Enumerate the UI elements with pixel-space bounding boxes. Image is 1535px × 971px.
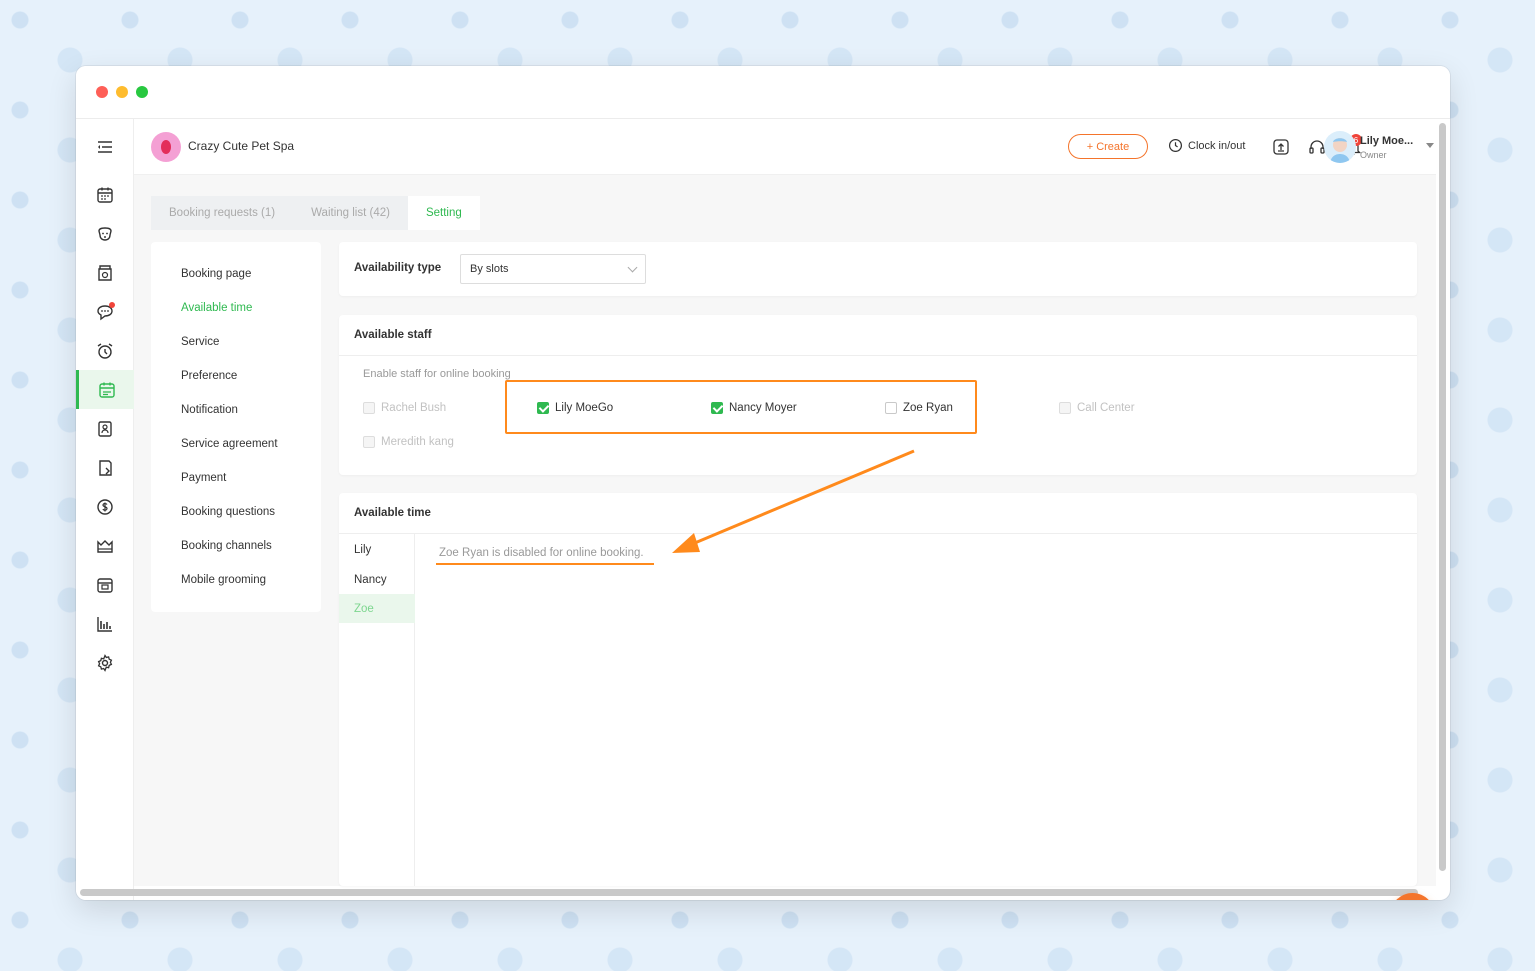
staff-checkbox-rachel-bush: Rachel Bush bbox=[363, 402, 446, 414]
chevron-down-icon bbox=[627, 262, 638, 273]
sidebar bbox=[76, 119, 134, 900]
minimize-window-button[interactable] bbox=[116, 86, 128, 98]
payment-icon[interactable] bbox=[76, 487, 134, 526]
checkbox bbox=[363, 436, 375, 448]
window-titlebar bbox=[76, 66, 1450, 119]
availability-type-card: Availability type By slots bbox=[339, 242, 1417, 296]
staff-checkbox-zoe-ryan[interactable]: Zoe Ryan bbox=[885, 402, 953, 414]
availability-type-value: By slots bbox=[470, 263, 509, 275]
available-staff-card: Available staff Enable staff for online … bbox=[339, 315, 1417, 475]
available-time-title: Available time bbox=[354, 507, 431, 519]
staff-checkbox-call-center: Call Center bbox=[1059, 402, 1135, 414]
menu-item-booking-page[interactable]: Booking page bbox=[181, 268, 251, 280]
divider bbox=[339, 533, 1417, 534]
plus-icon: + bbox=[1086, 140, 1094, 153]
staff-subtitle: Enable staff for online booking bbox=[363, 368, 511, 380]
business-name: Crazy Cute Pet Spa bbox=[188, 139, 295, 153]
time-tab-nancy[interactable]: Nancy bbox=[339, 565, 415, 594]
menu-toggle-icon[interactable] bbox=[76, 127, 134, 166]
schedule-icon[interactable] bbox=[76, 565, 134, 604]
menu-item-available-time[interactable]: Available time bbox=[181, 302, 252, 314]
retail-icon[interactable] bbox=[76, 253, 134, 292]
staff-name: Nancy Moyer bbox=[729, 402, 797, 414]
message-unread-dot bbox=[109, 302, 115, 308]
create-button[interactable]: + Create bbox=[1068, 134, 1148, 159]
menu-item-notification[interactable]: Notification bbox=[181, 404, 238, 416]
avatar[interactable] bbox=[1324, 131, 1356, 163]
app-window: Crazy Cute Pet Spa + Create Clock in/out… bbox=[76, 66, 1450, 900]
upload-icon[interactable] bbox=[1272, 138, 1290, 156]
maximize-window-button[interactable] bbox=[136, 86, 148, 98]
staff-name: Lily MoeGo bbox=[555, 402, 614, 414]
top-bar: Crazy Cute Pet Spa + Create Clock in/out… bbox=[134, 119, 1436, 175]
staff-name: Zoe Ryan bbox=[903, 402, 953, 414]
marketing-icon[interactable] bbox=[76, 448, 134, 487]
menu-item-payment[interactable]: Payment bbox=[181, 472, 226, 484]
checkbox[interactable] bbox=[537, 402, 549, 414]
staff-name: Meredith kang bbox=[381, 436, 454, 448]
calendar-icon[interactable] bbox=[76, 175, 134, 214]
checkbox bbox=[1059, 402, 1071, 414]
staff-name: Rachel Bush bbox=[381, 402, 447, 414]
create-button-label: Create bbox=[1096, 140, 1130, 153]
clock-icon bbox=[1168, 138, 1183, 153]
message-icon[interactable] bbox=[76, 292, 134, 331]
available-time-card: Available time Lily Nancy Zoe Zoe Ryan i… bbox=[339, 493, 1417, 886]
clock-in-out-button[interactable]: Clock in/out bbox=[1168, 138, 1245, 153]
staff-checkbox-nancy-moyer[interactable]: Nancy Moyer bbox=[711, 402, 797, 414]
user-role: Owner bbox=[1360, 150, 1387, 160]
agreement-icon[interactable] bbox=[76, 409, 134, 448]
menu-item-booking-questions[interactable]: Booking questions bbox=[181, 506, 275, 518]
reports-icon[interactable] bbox=[76, 604, 134, 643]
settings-gear-icon[interactable] bbox=[76, 643, 134, 682]
app-body: Crazy Cute Pet Spa + Create Clock in/out… bbox=[76, 119, 1450, 900]
user-name[interactable]: Lily Moe... bbox=[1360, 135, 1413, 147]
menu-item-service[interactable]: Service bbox=[181, 336, 219, 348]
menu-item-booking-channels[interactable]: Booking channels bbox=[181, 540, 272, 552]
menu-item-mobile-grooming[interactable]: Mobile grooming bbox=[181, 574, 266, 586]
annotation-underline bbox=[436, 563, 654, 565]
time-tab-lily[interactable]: Lily bbox=[339, 535, 415, 564]
settings-menu: Booking page Available time Service Pref… bbox=[151, 242, 321, 612]
membership-icon[interactable] bbox=[76, 526, 134, 565]
pet-icon[interactable] bbox=[76, 214, 134, 253]
divider bbox=[339, 355, 1417, 356]
availability-type-label: Availability type bbox=[354, 262, 442, 274]
staff-checkbox-meredith-kang: Meredith kang bbox=[363, 436, 454, 448]
tab-setting[interactable]: Setting bbox=[407, 196, 480, 230]
close-window-button[interactable] bbox=[96, 86, 108, 98]
checkbox[interactable] bbox=[711, 402, 723, 414]
staff-checkbox-lily-moego[interactable]: Lily MoeGo bbox=[537, 402, 613, 414]
checkbox bbox=[363, 402, 375, 414]
reminder-icon[interactable] bbox=[76, 331, 134, 370]
tab-booking-requests[interactable]: Booking requests (1) bbox=[151, 196, 294, 230]
main-content: Booking requests (1) Waiting list (42) S… bbox=[134, 175, 1436, 886]
staff-name: Call Center bbox=[1077, 402, 1135, 414]
staff-time-list: Lily Nancy Zoe bbox=[339, 534, 415, 886]
online-booking-icon[interactable] bbox=[76, 370, 134, 409]
time-tab-zoe[interactable]: Zoe bbox=[339, 594, 415, 623]
chevron-down-icon[interactable] bbox=[1426, 143, 1434, 148]
booking-tabs: Booking requests (1) Waiting list (42) S… bbox=[151, 196, 480, 230]
clock-label: Clock in/out bbox=[1188, 139, 1246, 152]
disabled-message: Zoe Ryan is disabled for online booking. bbox=[439, 547, 644, 559]
menu-item-service-agreement[interactable]: Service agreement bbox=[181, 438, 278, 450]
tab-waiting-list[interactable]: Waiting list (42) bbox=[293, 196, 408, 230]
vertical-scrollbar[interactable] bbox=[1439, 123, 1446, 871]
horizontal-scrollbar[interactable] bbox=[80, 889, 1418, 896]
available-staff-title: Available staff bbox=[354, 329, 432, 341]
checkbox[interactable] bbox=[885, 402, 897, 414]
availability-type-select[interactable]: By slots bbox=[460, 254, 646, 284]
business-logo bbox=[151, 132, 181, 162]
menu-item-preference[interactable]: Preference bbox=[181, 370, 237, 382]
